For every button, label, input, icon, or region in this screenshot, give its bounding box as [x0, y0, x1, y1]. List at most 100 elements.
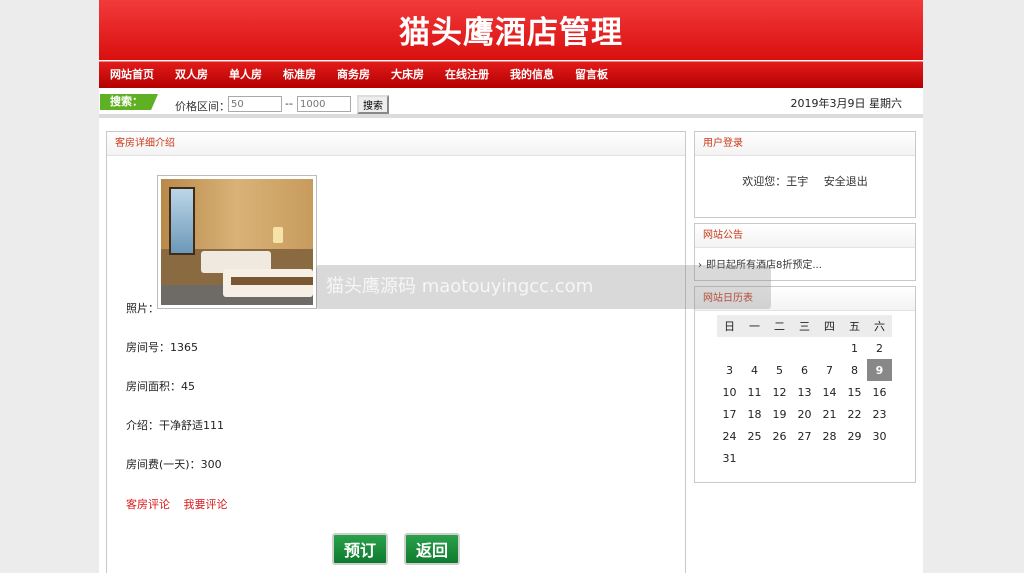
site-banner: 猫头鹰酒店管理 — [99, 0, 923, 60]
room-photo — [157, 175, 317, 309]
calendar-day[interactable]: 30 — [867, 425, 892, 447]
calendar-day[interactable]: 15 — [842, 381, 867, 403]
calendar-day[interactable]: 23 — [867, 403, 892, 425]
current-date: 2019年3月9日 星期六 — [790, 97, 903, 110]
room-comments-link[interactable]: 客房评论 — [126, 498, 170, 511]
calendar-week: 17 18 19 20 21 22 23 — [717, 403, 892, 425]
calendar-week: 10 11 12 13 14 15 16 — [717, 381, 892, 403]
main-nav: 网站首页 双人房 单人房 标准房 商务房 大床房 在线注册 我的信息 留言板 — [99, 61, 923, 88]
login-panel: 用户登录 欢迎您：王宇 安全退出 — [694, 131, 916, 218]
calendar-day — [817, 447, 842, 469]
calendar-day — [717, 337, 742, 359]
room-intro: 介绍：干净舒适111 — [126, 419, 224, 432]
notice-panel: 网站公告 即日起所有酒店8折预定... — [694, 223, 916, 281]
room-detail-panel: 客房详细介绍 照片： 房间号：1365 房间面积：45 介绍：干净舒适111 房… — [106, 131, 686, 573]
calendar-weekday: 三 — [792, 315, 817, 337]
search-button[interactable]: 搜索 — [357, 95, 389, 114]
calendar-panel: 网站日历表 日一二三四五六 1 2 3 4 5 6 7 8 9 10 11 12 13 14 15 16 17 1… — [694, 286, 916, 483]
calendar-day — [742, 337, 767, 359]
nav-standard-room[interactable]: 标准房 — [272, 62, 326, 88]
calendar-day[interactable]: 11 — [742, 381, 767, 403]
calendar-day[interactable]: 31 — [717, 447, 742, 469]
calendar-week: 3456789 — [717, 359, 892, 381]
calendar-weekday: 五 — [842, 315, 867, 337]
max-price-input[interactable] — [297, 96, 351, 112]
calendar-day[interactable]: 6 — [792, 359, 817, 381]
calendar-day[interactable]: 21 — [817, 403, 842, 425]
login-title: 用户登录 — [695, 132, 915, 156]
calendar-weekday: 一 — [742, 315, 767, 337]
calendar-day[interactable]: 27 — [792, 425, 817, 447]
room-photo-image — [161, 179, 313, 305]
calendar-day[interactable]: 3 — [717, 359, 742, 381]
calendar-week: 31 — [717, 447, 892, 469]
logout-link[interactable]: 安全退出 — [824, 175, 868, 188]
page-container: 猫头鹰酒店管理 网站首页 双人房 单人房 标准房 商务房 大床房 在线注册 我的… — [99, 0, 923, 573]
calendar-week: 12 — [717, 337, 892, 359]
nav-message-board[interactable]: 留言板 — [564, 62, 618, 88]
calendar-day[interactable]: 5 — [767, 359, 792, 381]
calendar-weekday: 二 — [767, 315, 792, 337]
notice-item[interactable]: 即日起所有酒店8折预定... — [695, 248, 915, 271]
nav-home[interactable]: 网站首页 — [99, 62, 164, 88]
calendar-weekday: 日 — [717, 315, 742, 337]
calendar-day — [767, 337, 792, 359]
calendar-day[interactable]: 10 — [717, 381, 742, 403]
back-button[interactable]: 返回 — [404, 533, 460, 565]
calendar-day[interactable]: 18 — [742, 403, 767, 425]
nav-business-room[interactable]: 商务房 — [326, 62, 380, 88]
comment-links: 客房评论 我要评论 — [126, 496, 238, 512]
calendar-day — [792, 337, 817, 359]
calendar-day[interactable]: 24 — [717, 425, 742, 447]
calendar-day[interactable]: 1 — [842, 337, 867, 359]
nav-single-room[interactable]: 单人房 — [218, 62, 272, 88]
calendar-day[interactable]: 25 — [742, 425, 767, 447]
calendar-day — [742, 447, 767, 469]
nav-register[interactable]: 在线注册 — [434, 62, 499, 88]
calendar-day[interactable]: 19 — [767, 403, 792, 425]
search-tag: 搜索： — [100, 94, 158, 110]
photo-label: 照片： — [126, 302, 159, 315]
calendar-day-today[interactable]: 9 — [867, 359, 892, 381]
room-price: 房间费(一天)：300 — [126, 458, 222, 471]
calendar-table: 日一二三四五六 1 2 3 4 5 6 7 8 9 10 11 12 13 14 15 16 17 18 19 20 2… — [717, 315, 892, 469]
calendar-day[interactable]: 13 — [792, 381, 817, 403]
calendar-day[interactable]: 28 — [817, 425, 842, 447]
nav-double-room[interactable]: 双人房 — [164, 62, 218, 88]
calendar-day[interactable]: 20 — [792, 403, 817, 425]
range-dash: -- — [285, 97, 293, 110]
site-title: 猫头鹰酒店管理 — [399, 15, 623, 51]
nav-king-room[interactable]: 大床房 — [380, 62, 434, 88]
calendar-day[interactable]: 12 — [767, 381, 792, 403]
calendar-day[interactable]: 16 — [867, 381, 892, 403]
calendar-day — [767, 447, 792, 469]
welcome-text: 欢迎您：王宇 — [742, 175, 809, 188]
calendar-day[interactable]: 26 — [767, 425, 792, 447]
search-bar: 搜索： 价格区间： -- 搜索 2019年3月9日 星期六 — [99, 88, 923, 118]
calendar-day — [817, 337, 842, 359]
calendar-title: 网站日历表 — [695, 287, 915, 311]
calendar-day[interactable]: 8 — [842, 359, 867, 381]
nav-my-info[interactable]: 我的信息 — [499, 62, 564, 88]
calendar-day[interactable]: 14 — [817, 381, 842, 403]
calendar-day — [792, 447, 817, 469]
min-price-input[interactable] — [228, 96, 282, 112]
calendar-day[interactable]: 2 — [867, 337, 892, 359]
calendar-day[interactable]: 29 — [842, 425, 867, 447]
room-area: 房间面积：45 — [126, 380, 195, 393]
calendar-week: 24 25 26 27 28 29 30 — [717, 425, 892, 447]
calendar-day[interactable]: 7 — [817, 359, 842, 381]
calendar-day — [842, 447, 867, 469]
calendar-weekday: 六 — [867, 315, 892, 337]
notice-title: 网站公告 — [695, 224, 915, 248]
calendar-day[interactable]: 22 — [842, 403, 867, 425]
book-button[interactable]: 预订 — [332, 533, 388, 565]
price-range-label: 价格区间： — [175, 100, 230, 113]
calendar-weekday: 四 — [817, 315, 842, 337]
room-detail-title: 客房详细介绍 — [107, 132, 685, 156]
room-number: 房间号：1365 — [126, 341, 198, 354]
calendar-day[interactable]: 4 — [742, 359, 767, 381]
calendar-day[interactable]: 17 — [717, 403, 742, 425]
calendar-day — [867, 447, 892, 469]
write-comment-link[interactable]: 我要评论 — [184, 498, 228, 511]
